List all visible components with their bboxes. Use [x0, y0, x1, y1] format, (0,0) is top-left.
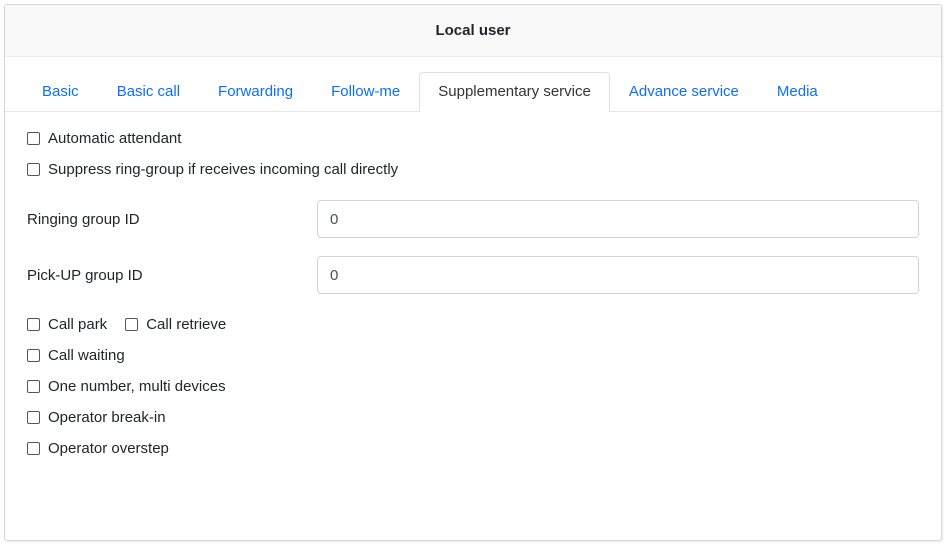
pickup-group-input[interactable] — [317, 256, 919, 294]
local-user-panel: Local user MYVOIPAPP Basic Basic call Fo… — [4, 4, 942, 541]
call-waiting-checkbox[interactable] — [27, 349, 40, 362]
call-park-checkbox[interactable] — [27, 318, 40, 331]
tab-advance-service[interactable]: Advance service — [610, 72, 758, 112]
call-waiting-row: Call waiting — [27, 347, 919, 364]
call-park-item: Call park — [27, 316, 107, 333]
ringing-group-input[interactable] — [317, 200, 919, 238]
call-retrieve-item: Call retrieve — [125, 316, 226, 333]
tab-media[interactable]: Media — [758, 72, 837, 112]
tab-basic[interactable]: Basic — [23, 72, 98, 112]
one-number-row: One number, multi devices — [27, 378, 919, 395]
call-park-retrieve-row: Call park Call retrieve — [27, 316, 919, 333]
operator-breakin-label[interactable]: Operator break-in — [48, 409, 166, 426]
panel-header: Local user — [5, 5, 941, 57]
automatic-attendant-checkbox[interactable] — [27, 132, 40, 145]
call-waiting-label[interactable]: Call waiting — [48, 347, 125, 364]
tab-forwarding[interactable]: Forwarding — [199, 72, 312, 112]
one-number-label[interactable]: One number, multi devices — [48, 378, 226, 395]
operator-breakin-checkbox[interactable] — [27, 411, 40, 424]
one-number-checkbox[interactable] — [27, 380, 40, 393]
call-retrieve-label[interactable]: Call retrieve — [146, 316, 226, 333]
pickup-group-label: Pick-UP group ID — [27, 267, 317, 284]
suppress-ring-group-row: Suppress ring-group if receives incoming… — [27, 161, 919, 178]
suppress-ring-group-checkbox[interactable] — [27, 163, 40, 176]
pickup-group-row: Pick-UP group ID — [27, 256, 919, 294]
operator-overstep-row: Operator overstep — [27, 440, 919, 457]
ringing-group-row: Ringing group ID — [27, 200, 919, 238]
panel-title: Local user — [435, 22, 510, 39]
tab-supplementary-service[interactable]: Supplementary service — [419, 72, 610, 112]
ringing-group-label: Ringing group ID — [27, 211, 317, 228]
automatic-attendant-label[interactable]: Automatic attendant — [48, 130, 181, 147]
call-park-label[interactable]: Call park — [48, 316, 107, 333]
call-retrieve-checkbox[interactable] — [125, 318, 138, 331]
tabs-bar: Basic Basic call Forwarding Follow-me Su… — [5, 57, 941, 112]
tab-follow-me[interactable]: Follow-me — [312, 72, 419, 112]
suppress-ring-group-label[interactable]: Suppress ring-group if receives incoming… — [48, 161, 398, 178]
operator-overstep-checkbox[interactable] — [27, 442, 40, 455]
automatic-attendant-row: Automatic attendant — [27, 130, 919, 147]
operator-overstep-label[interactable]: Operator overstep — [48, 440, 169, 457]
tab-basic-call[interactable]: Basic call — [98, 72, 199, 112]
operator-breakin-row: Operator break-in — [27, 409, 919, 426]
form-content: Automatic attendant Suppress ring-group … — [5, 112, 941, 475]
